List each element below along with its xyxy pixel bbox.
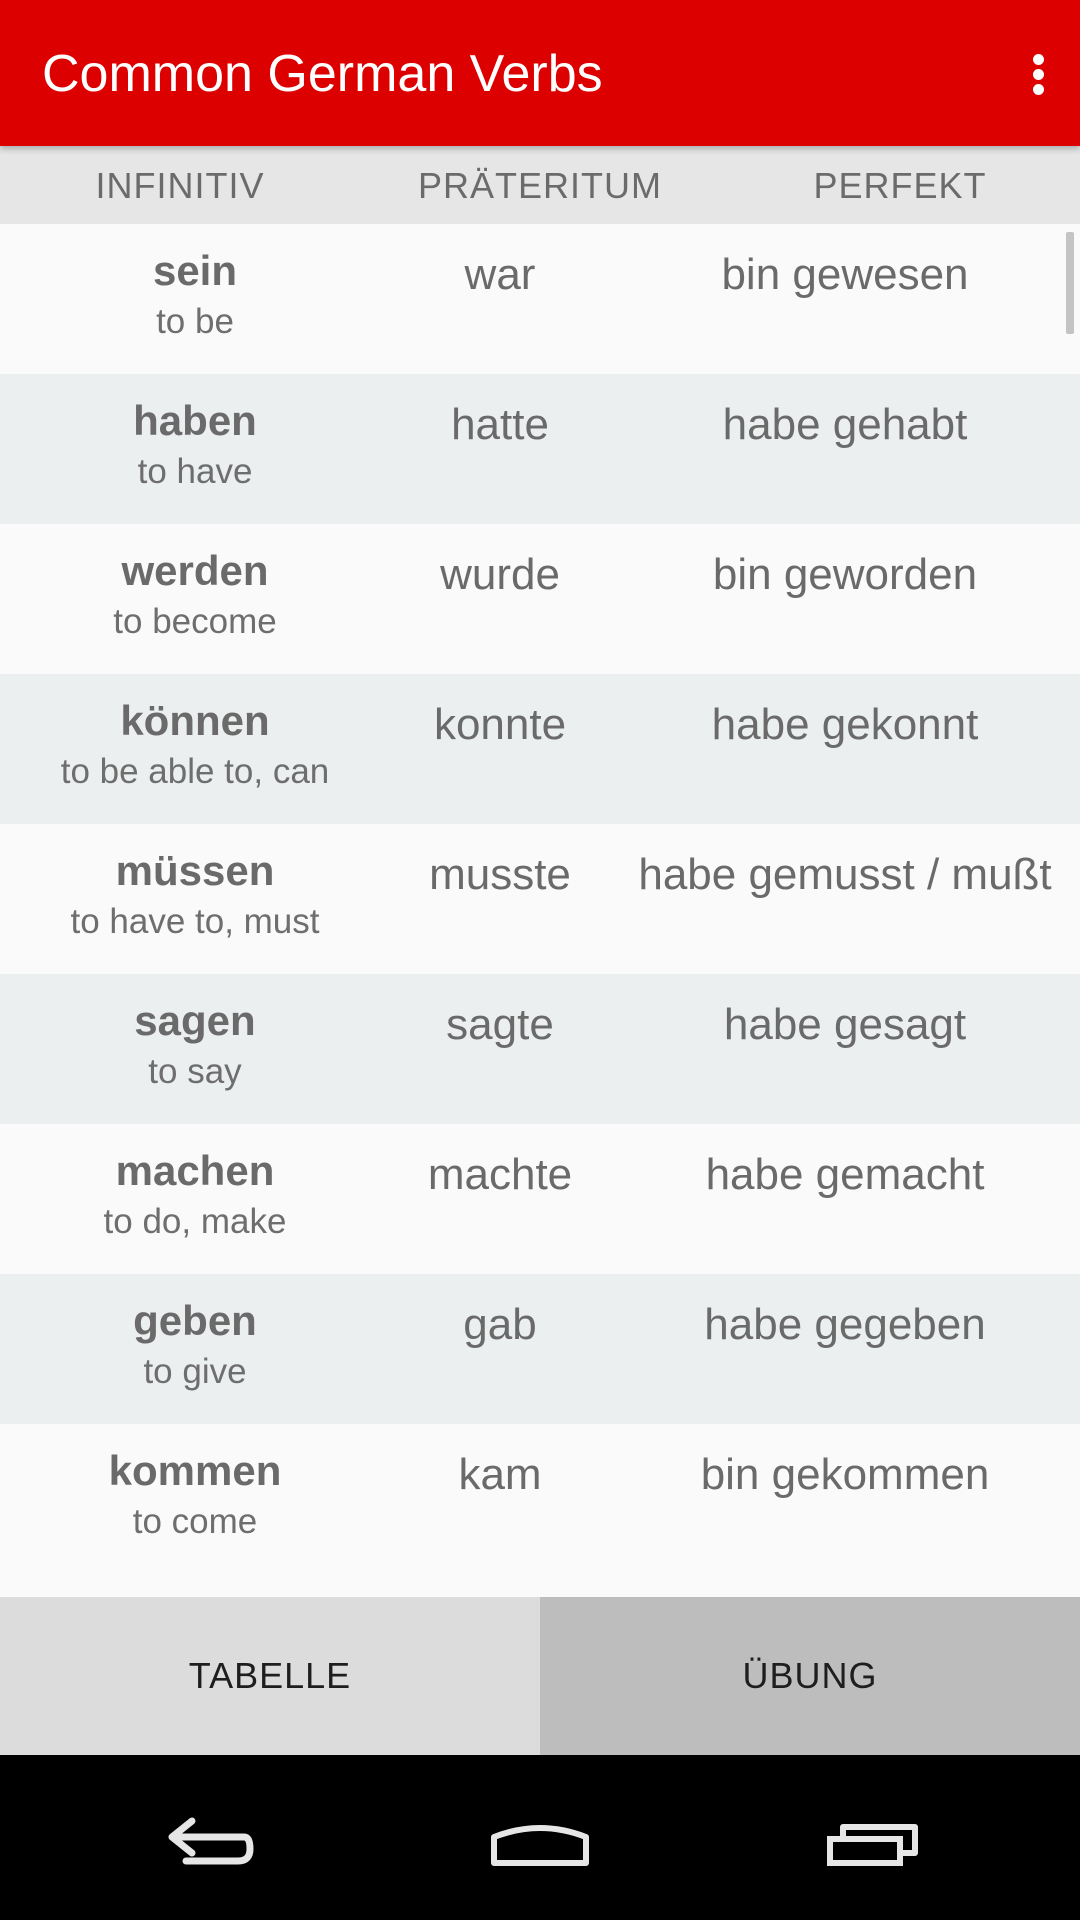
verb-meaning: to have	[137, 452, 253, 491]
verb-perfekt: habe gemusst / mußt	[638, 850, 1052, 899]
verb-infinitiv: sein	[152, 247, 238, 294]
infinitiv-cell: machen to do, make	[0, 1146, 390, 1244]
verb-meaning: to be able to, can	[60, 752, 330, 791]
bottom-tabs: TABELLE ÜBUNG	[0, 1597, 1080, 1755]
infinitiv-cell: haben to have	[0, 396, 390, 494]
verb-infinitiv: können	[120, 697, 270, 744]
infinitiv-cell: sagen to say	[0, 996, 390, 1094]
verb-infinitiv: sagen	[134, 997, 256, 1044]
verb-infinitiv: kommen	[108, 1447, 282, 1494]
column-header-perfekt: PERFEKT	[813, 165, 987, 206]
tab-uebung[interactable]: ÜBUNG	[540, 1597, 1080, 1755]
recents-icon[interactable]	[775, 1755, 975, 1920]
verb-praeteritum: kam	[458, 1450, 542, 1499]
column-header-praeteritum: PRÄTERITUM	[418, 165, 662, 206]
verb-row[interactable]: werden to become wurde bin geworden	[0, 524, 1080, 674]
app-screen: Common German Verbs INFINITIV PRÄTERITUM…	[0, 0, 1080, 1920]
infinitiv-cell: kommen to come	[0, 1446, 390, 1544]
infinitiv-cell: geben to give	[0, 1296, 390, 1394]
verb-perfekt: bin gekommen	[700, 1450, 990, 1499]
verb-list[interactable]: sein to be war bin gewesen haben to have…	[0, 224, 1080, 1597]
verb-meaning: to do, make	[103, 1202, 287, 1241]
app-title: Common German Verbs	[42, 45, 603, 103]
verb-praeteritum: konnte	[433, 700, 567, 749]
verb-row[interactable]: haben to have hatte habe gehabt	[0, 374, 1080, 524]
verb-perfekt: bin geworden	[712, 550, 978, 599]
verb-row[interactable]: sein to be war bin gewesen	[0, 224, 1080, 374]
verb-praeteritum: war	[464, 250, 536, 299]
column-header: INFINITIV PRÄTERITUM PERFEKT	[0, 146, 1080, 224]
verb-meaning: to have to, must	[70, 902, 320, 941]
verb-praeteritum: musste	[429, 850, 571, 899]
verb-meaning: to be	[156, 302, 234, 341]
more-vert-icon[interactable]	[1006, 38, 1070, 108]
verb-meaning: to say	[148, 1052, 242, 1091]
verb-perfekt: habe gekonnt	[711, 700, 979, 749]
verb-row[interactable]: können to be able to, can konnte habe ge…	[0, 674, 1080, 824]
verb-perfekt: habe gegeben	[704, 1300, 986, 1349]
verb-meaning: to give	[143, 1352, 247, 1391]
verb-infinitiv: geben	[133, 1297, 257, 1344]
verb-meaning: to become	[113, 602, 277, 641]
list-scrollbar[interactable]	[1066, 232, 1074, 334]
verb-perfekt: habe gehabt	[722, 400, 968, 449]
infinitiv-cell: werden to become	[0, 546, 390, 644]
infinitiv-cell: müssen to have to, must	[0, 846, 390, 944]
verb-meaning: to come	[132, 1502, 258, 1541]
verb-praeteritum: sagte	[446, 1000, 554, 1049]
verb-infinitiv: haben	[133, 397, 257, 444]
infinitiv-cell: können to be able to, can	[0, 696, 390, 794]
column-header-infinitiv: INFINITIV	[95, 165, 265, 206]
infinitiv-cell: sein to be	[0, 246, 390, 344]
tab-tabelle[interactable]: TABELLE	[0, 1597, 540, 1755]
verb-row[interactable]: machen to do, make machte habe gemacht	[0, 1124, 1080, 1274]
verb-praeteritum: hatte	[451, 400, 549, 449]
verb-row[interactable]: sagen to say sagte habe gesagt	[0, 974, 1080, 1124]
verb-praeteritum: machte	[427, 1150, 573, 1199]
verb-perfekt: habe gesagt	[723, 1000, 967, 1049]
verb-perfekt: bin gewesen	[721, 250, 969, 299]
verb-infinitiv: werden	[121, 547, 269, 594]
verb-infinitiv: machen	[115, 1147, 275, 1194]
back-icon[interactable]	[110, 1755, 310, 1920]
verb-praeteritum: wurde	[440, 550, 560, 599]
home-icon[interactable]	[440, 1755, 640, 1920]
verb-perfekt: habe gemacht	[705, 1150, 985, 1199]
verb-row[interactable]: kommen to come kam bin gekommen	[0, 1424, 1080, 1574]
verb-praeteritum: gab	[463, 1300, 537, 1349]
verb-row[interactable]: geben to give gab habe gegeben	[0, 1274, 1080, 1424]
app-bar: Common German Verbs	[0, 0, 1080, 146]
verb-row[interactable]: müssen to have to, must musste habe gemu…	[0, 824, 1080, 974]
verb-infinitiv: müssen	[115, 847, 275, 894]
system-nav-bar	[0, 1755, 1080, 1920]
